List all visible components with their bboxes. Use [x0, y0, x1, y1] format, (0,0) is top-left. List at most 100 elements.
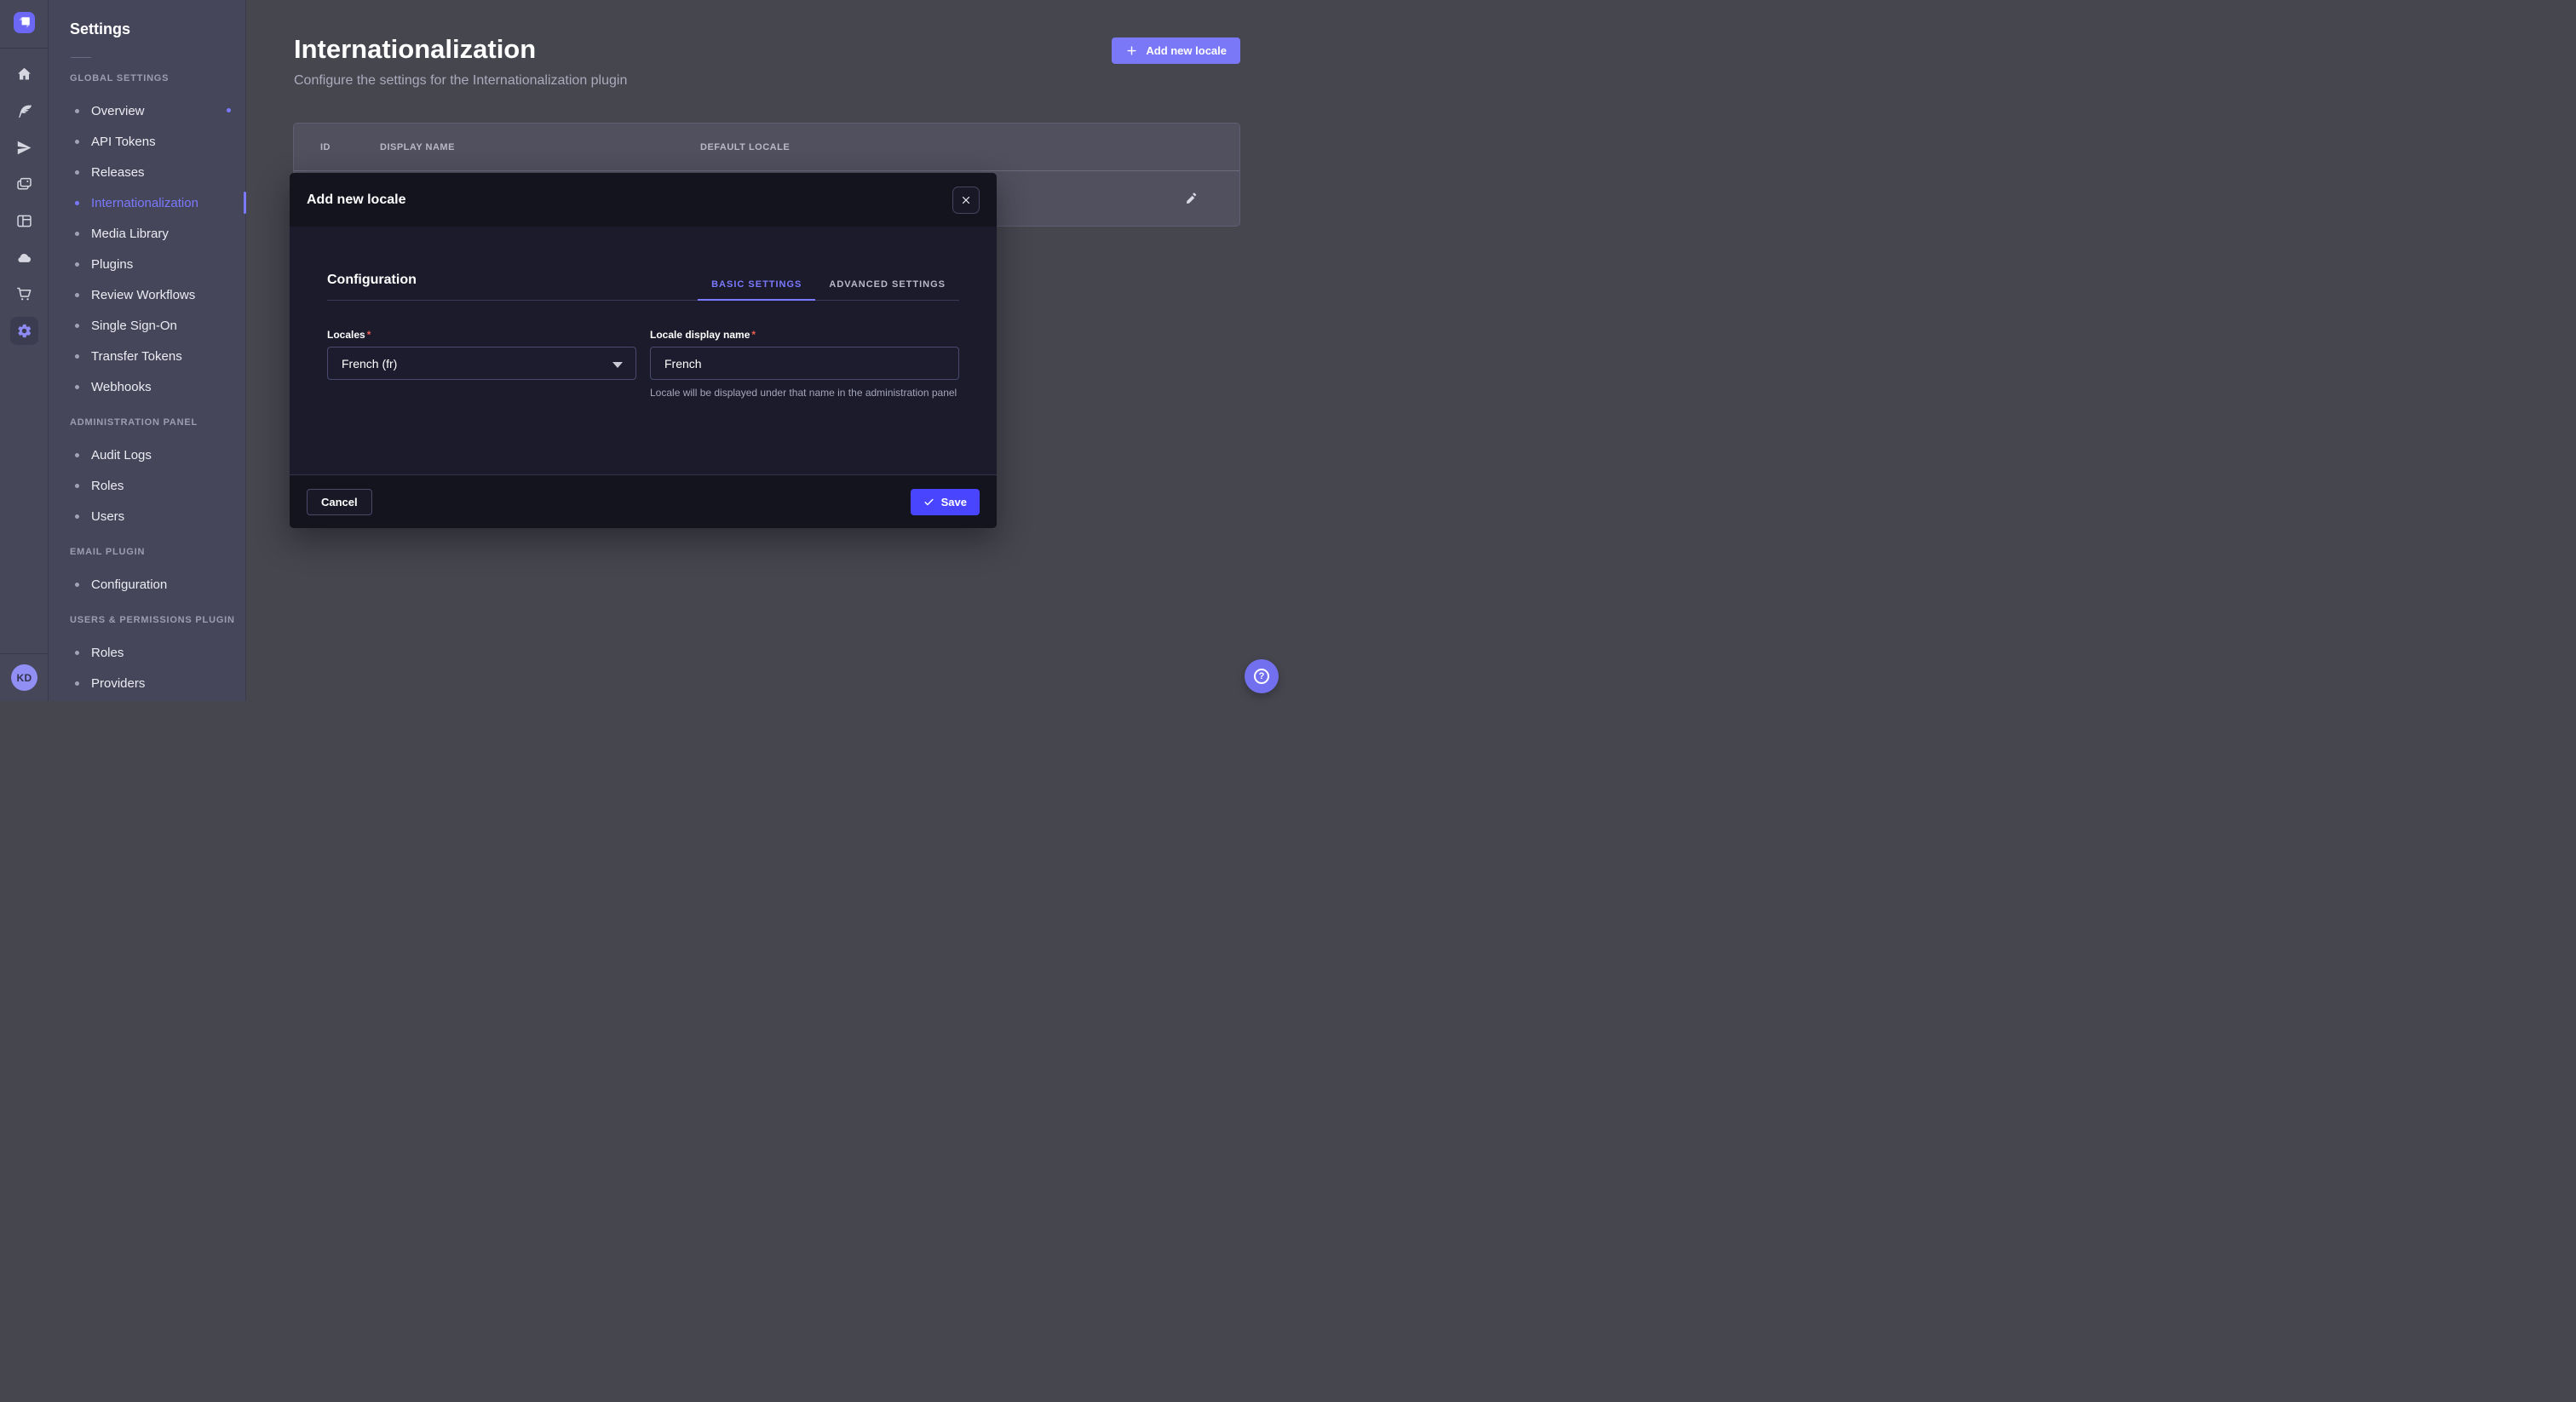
bullet-icon [75, 293, 79, 297]
table-header-row: ID DISPLAY NAME DEFAULT LOCALE [294, 124, 1239, 171]
sidebar-item-webhooks[interactable]: Webhooks [49, 371, 245, 402]
paper-plane-icon[interactable] [0, 129, 49, 166]
save-button[interactable]: Save [911, 489, 980, 515]
section-label: ADMINISTRATION PANEL [49, 416, 245, 429]
sidebar-item-releases[interactable]: Releases [49, 157, 245, 187]
sidebar-item-up-providers[interactable]: Providers [49, 668, 245, 698]
close-icon [961, 195, 971, 205]
rail-divider [0, 653, 48, 654]
settings-tabs: BASIC SETTINGS ADVANCED SETTINGS [698, 279, 959, 301]
sidebar-item-label: Users [91, 509, 124, 524]
sidebar-item-label: Plugins [91, 257, 133, 272]
bullet-icon [75, 583, 79, 587]
bullet-icon [75, 324, 79, 328]
section-administration-panel: ADMINISTRATION PANEL Audit Logs Roles Us… [49, 416, 245, 531]
locale-form-row: Locales* French (fr) Locale display name… [327, 329, 959, 399]
notification-dot-icon [227, 108, 231, 112]
section-label: GLOBAL SETTINGS [49, 72, 245, 85]
modal-title: Add new locale [307, 192, 405, 208]
tab-advanced-settings[interactable]: ADVANCED SETTINGS [815, 279, 959, 301]
app-window: KD Settings GLOBAL SETTINGS Overview API… [0, 0, 1288, 701]
help-button[interactable]: ? [1245, 659, 1279, 693]
page-subtitle: Configure the settings for the Internati… [294, 73, 627, 89]
sidebar-item-transfer-tokens[interactable]: Transfer Tokens [49, 341, 245, 371]
bullet-icon [75, 109, 79, 113]
add-new-locale-button[interactable]: Add new locale [1112, 37, 1240, 64]
sidebar-item-label: Roles [91, 479, 124, 493]
cancel-button[interactable]: Cancel [307, 489, 372, 515]
sidebar-item-admin-roles[interactable]: Roles [49, 470, 245, 501]
sidebar-item-label: Roles [91, 646, 124, 660]
modal-header: Add new locale [290, 173, 997, 227]
strapi-logo[interactable] [14, 12, 35, 33]
close-modal-button[interactable] [952, 187, 980, 214]
user-avatar[interactable]: KD [11, 664, 37, 691]
configuration-title: Configuration [327, 273, 417, 288]
bullet-icon [75, 453, 79, 457]
feather-icon[interactable] [0, 93, 49, 129]
home-icon[interactable] [0, 56, 49, 93]
sidebar-item-label: Audit Logs [91, 448, 152, 463]
bullet-icon [75, 514, 79, 519]
media-library-icon[interactable] [0, 166, 49, 203]
modal-body: Configuration BASIC SETTINGS ADVANCED SE… [290, 227, 997, 474]
settings-gear-icon[interactable] [0, 313, 49, 349]
display-name-label: Locale display name* [650, 329, 959, 341]
locales-select[interactable]: French (fr) [327, 347, 636, 380]
layout-icon[interactable] [0, 203, 49, 239]
check-icon [923, 497, 934, 508]
sidebar-item-label: Single Sign-On [91, 319, 177, 333]
sidebar-item-label: Media Library [91, 227, 169, 241]
section-users-permissions-plugin: USERS & PERMISSIONS PLUGIN Roles Provide… [49, 613, 245, 698]
sidebar-item-review-workflows[interactable]: Review Workflows [49, 279, 245, 310]
sidebar-item-plugins[interactable]: Plugins [49, 249, 245, 279]
section-label: USERS & PERMISSIONS PLUGIN [49, 613, 245, 627]
display-name-input[interactable] [664, 357, 945, 371]
save-button-label: Save [941, 496, 967, 509]
locales-field: Locales* French (fr) [327, 329, 636, 399]
sidebar-item-admin-users[interactable]: Users [49, 501, 245, 531]
icon-rail: KD [0, 0, 49, 701]
required-asterisk: * [367, 329, 371, 341]
display-name-input-wrap [650, 347, 959, 380]
bullet-icon [75, 681, 79, 686]
required-asterisk: * [751, 329, 756, 341]
marketplace-cart-icon[interactable] [0, 276, 49, 313]
edit-locale-button[interactable] [1179, 187, 1203, 210]
section-label: EMAIL PLUGIN [49, 545, 245, 559]
locales-select-value: French (fr) [342, 357, 397, 371]
display-name-field: Locale display name* Locale will be disp… [650, 329, 959, 399]
sidebar-item-up-roles[interactable]: Roles [49, 637, 245, 668]
plus-icon [1125, 44, 1138, 57]
column-header-display-name: DISPLAY NAME [380, 124, 455, 171]
bullet-icon [75, 262, 79, 267]
column-header-id: ID [320, 124, 331, 171]
pencil-icon [1184, 192, 1199, 206]
section-email-plugin: EMAIL PLUGIN Configuration [49, 545, 245, 600]
bullet-icon [75, 201, 79, 205]
sidebar-item-internationalization[interactable]: Internationalization [49, 187, 245, 218]
bullet-icon [75, 484, 79, 488]
sidebar-item-label: API Tokens [91, 135, 156, 149]
bullet-icon [75, 140, 79, 144]
sidebar-item-email-configuration[interactable]: Configuration [49, 569, 245, 600]
sidebar-item-media-library[interactable]: Media Library [49, 218, 245, 249]
sidebar-item-single-sign-on[interactable]: Single Sign-On [49, 310, 245, 341]
rail-divider [0, 48, 48, 49]
sidebar-item-label: Releases [91, 165, 145, 180]
section-global-settings: GLOBAL SETTINGS Overview API Tokens Rele… [49, 72, 245, 402]
cloud-icon[interactable] [0, 239, 49, 276]
sidebar-title-rule [71, 57, 91, 58]
sidebar-item-label: Overview [91, 104, 145, 118]
configuration-header: Configuration BASIC SETTINGS ADVANCED SE… [327, 227, 959, 301]
sidebar-item-label: Providers [91, 676, 145, 691]
chevron-down-icon [612, 362, 623, 368]
sidebar-item-audit-logs[interactable]: Audit Logs [49, 440, 245, 470]
sidebar-item-overview[interactable]: Overview [49, 95, 245, 126]
tab-basic-settings[interactable]: BASIC SETTINGS [698, 279, 815, 301]
sidebar-item-api-tokens[interactable]: API Tokens [49, 126, 245, 157]
question-mark-icon: ? [1254, 669, 1269, 684]
bullet-icon [75, 354, 79, 359]
sidebar-item-label: Transfer Tokens [91, 349, 182, 364]
add-new-locale-button-label: Add new locale [1146, 44, 1227, 57]
